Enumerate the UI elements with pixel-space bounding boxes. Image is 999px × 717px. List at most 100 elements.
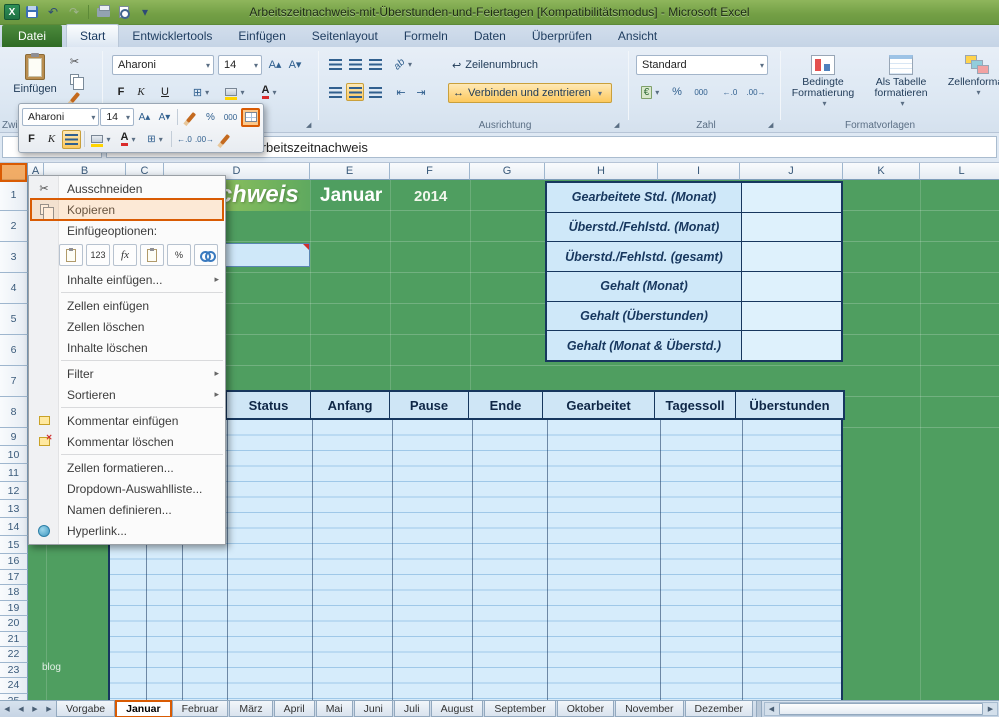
ribbon-tab[interactable]: Formeln: [391, 25, 461, 47]
row-header[interactable]: 13: [0, 500, 28, 518]
sheet-tab[interactable]: April: [274, 701, 315, 717]
table-header-cell[interactable]: Pause: [390, 392, 469, 418]
mini-percent-button[interactable]: %: [201, 108, 220, 127]
sheet-tab[interactable]: August: [431, 701, 484, 717]
row-header[interactable]: 14: [0, 518, 28, 536]
mini-font-family-select[interactable]: Aharoni▾: [22, 108, 99, 126]
menu-item-format-cells[interactable]: Zellen formatieren...: [29, 457, 225, 478]
number-format-select[interactable]: Standard▾: [636, 55, 768, 75]
percent-style-button[interactable]: %: [668, 83, 686, 101]
row-header[interactable]: 11: [0, 464, 28, 482]
summary-value-cell[interactable]: [742, 302, 841, 331]
table-header-cell[interactable]: Status: [227, 392, 311, 418]
mini-increase-decimal-button[interactable]: ←.0: [175, 130, 194, 149]
menu-item-clear-contents[interactable]: Inhalte löschen: [29, 337, 225, 358]
summary-label-cell[interactable]: Gehalt (Monat & Überstd.): [547, 331, 742, 360]
scroll-right-icon[interactable]: ▶: [984, 703, 997, 715]
mini-comma-button[interactable]: 000: [221, 108, 240, 127]
mini-bold-button[interactable]: F: [22, 130, 41, 149]
table-header-cell[interactable]: Anfang: [311, 392, 390, 418]
row-header[interactable]: 10: [0, 446, 28, 464]
orientation-button[interactable]: ab▾: [392, 55, 414, 73]
column-header[interactable]: F: [390, 163, 470, 180]
sheet-tab[interactable]: Mai: [316, 701, 353, 717]
paste-option-values[interactable]: 123: [86, 244, 110, 266]
conditional-formatting-button[interactable]: Bedingte Formatierung ▾: [786, 51, 860, 117]
decrease-decimal-button[interactable]: .00→: [744, 83, 768, 101]
first-sheet-button[interactable]: ◀: [0, 701, 14, 717]
align-middle-button[interactable]: [346, 55, 364, 73]
row-header[interactable]: 1: [0, 180, 28, 211]
comma-style-button[interactable]: 000: [688, 83, 714, 101]
mini-brush-button[interactable]: [215, 130, 234, 149]
menu-item-hyperlink[interactable]: Hyperlink...: [29, 520, 225, 541]
ribbon-tab[interactable]: Einfügen: [225, 25, 298, 47]
underline-button[interactable]: U: [152, 83, 178, 101]
accounting-format-button[interactable]: €▾: [636, 83, 664, 101]
menu-item-copy[interactable]: Kopieren: [29, 199, 225, 220]
horizontal-scrollbar[interactable]: ◀ ▶: [764, 702, 998, 716]
sheet-tab[interactable]: September: [484, 701, 555, 717]
paste-button[interactable]: Einfügen: [6, 51, 64, 105]
font-dialog-launcher[interactable]: ◢: [306, 121, 311, 129]
column-header[interactable]: I: [658, 163, 740, 180]
table-header-cell[interactable]: Überstunden: [736, 392, 843, 418]
paste-option-transpose[interactable]: [140, 244, 164, 266]
sheet-tab[interactable]: Juli: [394, 701, 430, 717]
summary-value-cell[interactable]: [742, 242, 841, 271]
increase-decimal-button[interactable]: ←.0: [718, 83, 742, 101]
row-header[interactable]: 8: [0, 397, 28, 428]
mini-shrink-font-button[interactable]: A▾: [155, 108, 174, 127]
grow-font-button[interactable]: A▴: [266, 55, 284, 73]
table-header-cell[interactable]: Gearbeitet: [543, 392, 655, 418]
row-header[interactable]: 23: [0, 663, 28, 679]
row-header[interactable]: 22: [0, 647, 28, 663]
copy-button[interactable]: [66, 71, 83, 88]
row-header[interactable]: 9: [0, 428, 28, 446]
column-header[interactable]: E: [310, 163, 390, 180]
row-header[interactable]: 24: [0, 678, 28, 694]
mini-decrease-decimal-button[interactable]: .00→: [195, 130, 214, 149]
format-as-table-button[interactable]: Als Tabelle formatieren ▾: [864, 51, 938, 117]
summary-label-cell[interactable]: Gehalt (Monat): [547, 272, 742, 301]
row-header[interactable]: 4: [0, 273, 28, 304]
row-header[interactable]: 2: [0, 211, 28, 242]
row-header[interactable]: 3: [0, 242, 28, 273]
increase-indent-button[interactable]: ⇥: [412, 83, 430, 101]
sheet-tab[interactable]: Oktober: [557, 701, 614, 717]
mini-borders-button[interactable]: ⊞▾: [142, 130, 168, 149]
row-header[interactable]: 7: [0, 366, 28, 397]
ribbon-tab[interactable]: Seitenlayout: [299, 25, 391, 47]
ribbon-tab[interactable]: Datei: [2, 25, 62, 47]
sheet-tab[interactable]: Vorgabe: [56, 701, 115, 717]
merge-center-button[interactable]: ↔Verbinden und zentrieren▾: [448, 83, 612, 103]
column-header[interactable]: H: [545, 163, 658, 180]
decrease-indent-button[interactable]: ⇤: [392, 83, 410, 101]
mini-center-button[interactable]: [62, 130, 81, 149]
sheet-tab[interactable]: November: [615, 701, 683, 717]
ribbon-tab[interactable]: Entwicklertools: [119, 25, 225, 47]
summary-value-cell[interactable]: [742, 183, 841, 212]
column-header[interactable]: K: [843, 163, 920, 180]
summary-value-cell[interactable]: [742, 272, 841, 301]
row-header[interactable]: 18: [0, 585, 28, 601]
ribbon-tab[interactable]: Daten: [461, 25, 519, 47]
menu-item-paste-special[interactable]: Inhalte einfügen... ▸: [29, 269, 225, 290]
row-header[interactable]: 17: [0, 570, 28, 586]
borders-button[interactable]: ⊞▾: [186, 83, 216, 101]
summary-value-cell[interactable]: [742, 331, 841, 360]
mini-fill-color-button[interactable]: ▾: [88, 130, 114, 149]
summary-label-cell[interactable]: Gehalt (Überstunden): [547, 302, 742, 331]
tab-splitter[interactable]: [756, 701, 762, 717]
paste-option-formulas[interactable]: fx: [113, 244, 137, 266]
mini-font-color-button[interactable]: A▾: [115, 130, 141, 149]
font-family-select[interactable]: Aharoni▾: [112, 55, 214, 75]
row-header[interactable]: 21: [0, 632, 28, 648]
ribbon-tab[interactable]: Start: [66, 24, 119, 47]
paste-option-percent[interactable]: %: [167, 244, 191, 266]
align-top-button[interactable]: [326, 55, 344, 73]
column-header[interactable]: L: [920, 163, 999, 180]
align-bottom-button[interactable]: [366, 55, 384, 73]
bold-button[interactable]: F: [112, 83, 130, 101]
cut-button[interactable]: ✂: [66, 53, 83, 70]
